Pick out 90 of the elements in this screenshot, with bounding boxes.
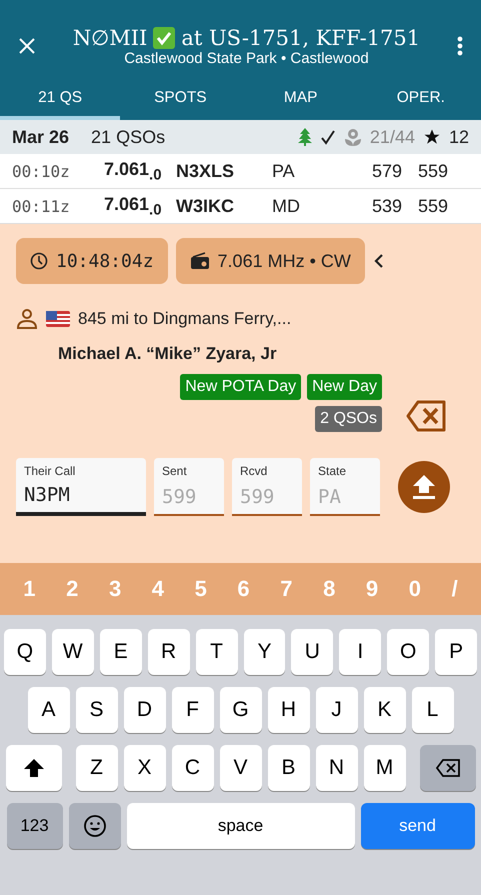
letter-key[interactable]: Y — [244, 629, 286, 675]
checkmark-icon — [153, 26, 176, 48]
letter-key[interactable]: L — [412, 687, 454, 733]
operator-name: Michael A. “Mike” Zyara, Jr — [58, 344, 278, 364]
person-icon — [16, 308, 38, 330]
tab[interactable]: MAP — [240, 80, 361, 120]
letter-key[interactable]: T — [196, 629, 238, 675]
input-field[interactable]: PA — [318, 486, 372, 508]
status-tag: New Day — [307, 374, 382, 400]
shift-icon — [22, 757, 44, 779]
flag-icon — [46, 311, 70, 327]
distance-location: 845 mi to Dingmans Ferry,... — [78, 309, 292, 329]
tab[interactable]: SPOTS — [120, 80, 240, 120]
letter-key[interactable]: J — [316, 687, 358, 733]
qso-frequency: 7.061$_{.0}$ — [104, 194, 163, 218]
park-title: at US-1751, KFF-1751 — [181, 26, 420, 50]
input-field[interactable]: 599 — [240, 486, 294, 508]
input-field[interactable]: N3PM — [24, 484, 138, 506]
letter-key[interactable]: G — [220, 687, 262, 733]
more-icon — [457, 36, 463, 56]
checkmark-icon — [320, 129, 336, 145]
letter-key[interactable]: V — [220, 745, 262, 791]
text-field[interactable]: Sent 599 — [154, 458, 224, 516]
send-key[interactable]: send — [360, 803, 474, 849]
letter-key[interactable]: W — [52, 629, 94, 675]
text-field[interactable]: Their Call N3PM — [16, 458, 146, 516]
status-tag: 2 QSOs — [315, 406, 382, 432]
emoji-icon — [82, 814, 106, 838]
backspace-key[interactable] — [420, 745, 476, 791]
star-count: 12 — [448, 126, 469, 148]
letter-key[interactable]: P — [435, 629, 478, 675]
input-field[interactable]: 599 — [162, 486, 216, 508]
qso-frequency: 7.061$_{.0}$ — [104, 158, 163, 184]
flower-icon — [344, 128, 362, 146]
letter-key[interactable]: A — [28, 687, 70, 733]
qso-state: PA — [272, 160, 296, 182]
park-subtitle: Castlewood State Park • Castlewood — [124, 50, 369, 66]
text-field[interactable]: Rcvd 599 — [232, 458, 302, 516]
qso-callsign: N3XLS — [176, 160, 236, 182]
status-tag: New POTA Day — [180, 374, 302, 400]
qso-received-report: 559 — [418, 196, 450, 216]
space-key[interactable]: space — [126, 803, 354, 849]
qso-received-report: 559 — [418, 160, 450, 182]
chevron-left-icon[interactable] — [372, 252, 385, 270]
letter-key[interactable]: M — [364, 745, 406, 791]
qso-time: 00:10z — [12, 162, 71, 180]
qso-count: 21 QSOs — [91, 126, 166, 148]
close-icon — [18, 37, 36, 55]
field-label: Their Call — [24, 464, 76, 478]
letter-key[interactable]: U — [291, 629, 334, 675]
tree-icon — [298, 128, 312, 146]
field-label: Sent — [162, 464, 188, 478]
letter-key[interactable]: F — [172, 687, 214, 733]
qso-sent-report: 579 — [372, 160, 404, 182]
letter-key[interactable]: Z — [76, 745, 118, 791]
letter-key[interactable]: N — [316, 745, 358, 791]
qso-sent-report: 539 — [372, 196, 404, 216]
qso-callsign: W3IKC — [176, 196, 235, 216]
letter-key[interactable]: I — [339, 629, 382, 675]
letter-key[interactable]: C — [172, 745, 214, 791]
letter-key[interactable]: B — [268, 745, 310, 791]
field-label: Rcvd — [240, 464, 268, 478]
text-field[interactable]: State PA — [310, 458, 380, 516]
upload-icon — [412, 474, 436, 500]
letter-key[interactable]: X — [124, 745, 166, 791]
field-label: State — [318, 464, 348, 478]
tab[interactable]: OPER. — [360, 80, 481, 120]
letter-key[interactable]: O — [387, 629, 430, 675]
time-chip[interactable]: 10:48:04z — [16, 238, 168, 284]
radio-icon — [190, 252, 210, 270]
qso-time: 00:11z — [12, 196, 71, 216]
letter-key[interactable]: E — [100, 629, 142, 675]
backspace-icon[interactable] — [406, 400, 446, 432]
log-upload-button[interactable] — [398, 461, 450, 513]
backspace-icon — [434, 758, 460, 778]
letter-key[interactable]: S — [76, 687, 118, 733]
frequency-chip[interactable]: 7.061 MHz • CW — [176, 238, 365, 284]
letter-key[interactable]: D — [124, 687, 166, 733]
shift-key[interactable] — [6, 745, 62, 791]
log-date: Mar 26 — [12, 126, 70, 148]
star-icon — [422, 128, 441, 146]
letter-key[interactable]: H — [268, 687, 310, 733]
letter-key[interactable]: Q — [4, 629, 46, 675]
letter-key[interactable]: K — [364, 687, 406, 733]
numbers-key[interactable]: 123 — [6, 803, 62, 849]
emoji-key[interactable] — [68, 803, 120, 849]
callsign-title: N∅MII — [72, 26, 148, 50]
qso-state: MD — [272, 196, 301, 216]
clock-icon — [30, 252, 48, 270]
letter-key[interactable]: R — [148, 629, 190, 675]
